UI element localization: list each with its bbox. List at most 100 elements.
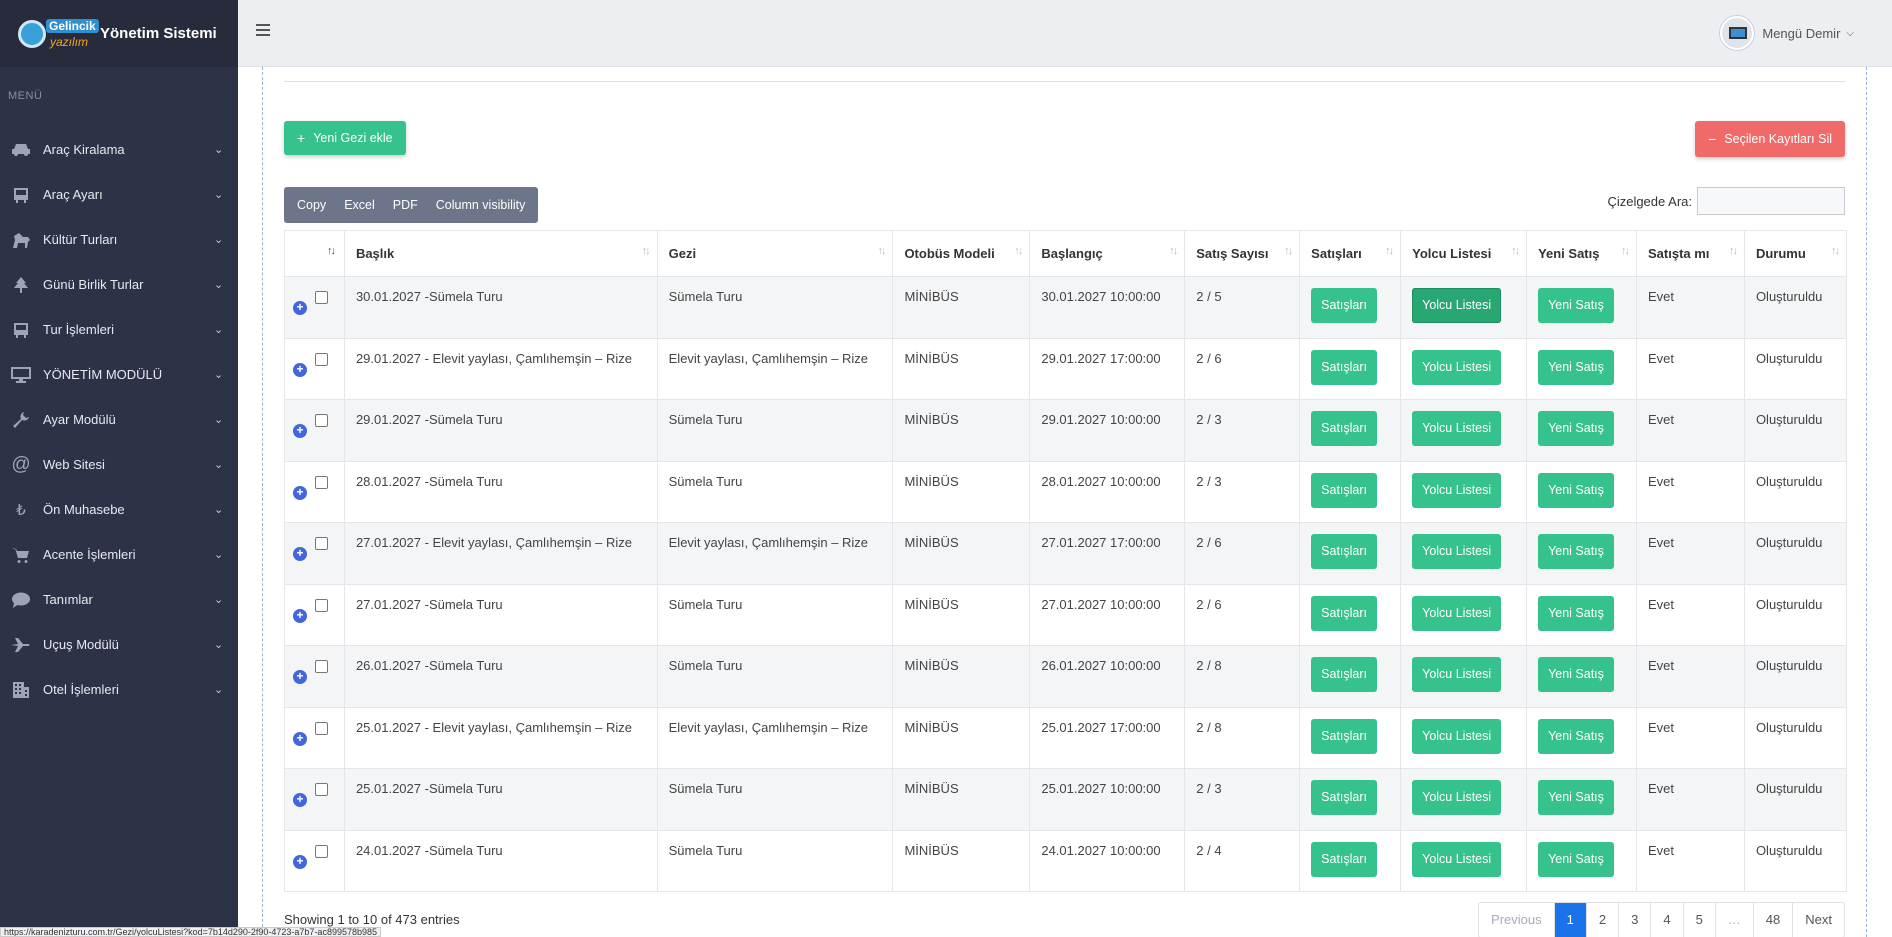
cell-bus-model: MİNİBÜS bbox=[892, 460, 1031, 523]
row-checkbox[interactable] bbox=[315, 721, 328, 735]
cell-status: Oluşturuldu bbox=[1743, 829, 1848, 892]
sidebar-item-tur-i-şlemleri[interactable]: Tur İşlemleri ⌄ bbox=[0, 307, 238, 352]
page-1[interactable]: 1 bbox=[1553, 903, 1586, 937]
brand[interactable]: Gelincik yazılım Yönetim Sistemi bbox=[0, 0, 238, 67]
column-visibility-button[interactable]: Column visibility bbox=[427, 198, 535, 212]
page-4[interactable]: 4 bbox=[1650, 903, 1682, 937]
new-sale-button[interactable]: Yeni Satış bbox=[1538, 780, 1614, 815]
sales-button[interactable]: Satışları bbox=[1311, 718, 1378, 754]
sales-button[interactable]: Satışları bbox=[1311, 534, 1378, 569]
sidebar-item-günü-birlik-turlar[interactable]: Günü Birlik Turlar ⌄ bbox=[0, 262, 238, 307]
new-sale-button[interactable]: Yeni Satış bbox=[1538, 411, 1614, 446]
row-checkbox[interactable] bbox=[315, 537, 328, 550]
sales-button[interactable]: Satışları bbox=[1311, 657, 1378, 692]
sales-button[interactable]: Satışları bbox=[1311, 411, 1378, 446]
expand-row-icon[interactable]: + bbox=[293, 547, 307, 561]
column-header-bus-model[interactable]: Otobüs Modeli ↑↓ bbox=[892, 230, 1031, 277]
column-header-sales-count[interactable]: Satış Sayısı ↑↓ bbox=[1184, 230, 1301, 277]
page-previous[interactable]: Previous bbox=[1479, 903, 1554, 937]
page-3[interactable]: 3 bbox=[1618, 903, 1650, 937]
new-sale-button[interactable]: Yeni Satış bbox=[1538, 595, 1614, 631]
menu-toggle-icon[interactable] bbox=[256, 24, 270, 38]
column-header-title[interactable]: Başlık ↑↓ bbox=[343, 230, 658, 277]
sales-button[interactable]: Satışları bbox=[1311, 595, 1378, 631]
new-sale-button[interactable]: Yeni Satış bbox=[1538, 288, 1614, 323]
sales-button[interactable]: Satışları bbox=[1311, 288, 1378, 323]
expand-row-icon[interactable]: + bbox=[293, 424, 307, 438]
sidebar-item-ön-muhasebe[interactable]: ₺ Ön Muhasebe ⌄ bbox=[0, 487, 238, 532]
sidebar-item-araç-ayarı[interactable]: Araç Ayarı ⌄ bbox=[0, 172, 238, 217]
row-checkbox[interactable] bbox=[315, 414, 328, 427]
cell-title: 24.01.2027 -Sümela Turu bbox=[343, 829, 658, 892]
new-sale-button[interactable]: Yeni Satış bbox=[1538, 534, 1614, 569]
expand-row-icon[interactable]: + bbox=[293, 608, 307, 623]
sidebar-item-otel-i-şlemleri[interactable]: Otel İşlemleri ⌄ bbox=[0, 667, 238, 712]
column-header-tour[interactable]: Gezi ↑↓ bbox=[656, 230, 894, 277]
passenger-list-button[interactable]: Yolcu Listesi bbox=[1412, 534, 1502, 569]
page-2[interactable]: 2 bbox=[1585, 903, 1618, 937]
expand-row-icon[interactable]: + bbox=[293, 301, 307, 315]
copy-button[interactable]: Copy bbox=[288, 198, 335, 212]
new-sale-button[interactable]: Yeni Satış bbox=[1538, 841, 1614, 877]
expand-row-icon[interactable]: + bbox=[293, 485, 307, 500]
sidebar-item-acente-i-şlemleri[interactable]: Acente İşlemleri ⌄ bbox=[0, 532, 238, 577]
passenger-list-button[interactable]: Yolcu Listesi bbox=[1412, 841, 1502, 877]
expand-row-icon[interactable]: + bbox=[293, 670, 307, 684]
delete-selected-button[interactable]: − Seçilen Kayıtları Sil bbox=[1695, 121, 1845, 157]
column-header-status[interactable]: Durumu ↑↓ bbox=[1743, 230, 1848, 277]
page-next[interactable]: Next bbox=[1792, 903, 1844, 937]
row-checkbox[interactable] bbox=[315, 844, 328, 858]
row-checkbox[interactable] bbox=[315, 291, 328, 304]
sales-button[interactable]: Satışları bbox=[1311, 472, 1378, 508]
column-header-on-sale[interactable]: Satışta mı ↑↓ bbox=[1636, 230, 1745, 277]
row-checkbox[interactable] bbox=[315, 475, 328, 489]
passenger-list-button[interactable]: Yolcu Listesi bbox=[1412, 780, 1502, 815]
sales-button[interactable]: Satışları bbox=[1311, 841, 1378, 877]
user-menu[interactable]: Mengü Demir ⌵ bbox=[1720, 16, 1854, 50]
column-header-sales[interactable]: Satışları ↑↓ bbox=[1299, 230, 1402, 277]
expand-row-icon[interactable]: + bbox=[293, 854, 307, 869]
sidebar-item-label: YÖNETİM MODÜLÜ bbox=[43, 367, 163, 382]
cell-bus-model: MİNİBÜS bbox=[892, 768, 1031, 831]
row-control-cell: + bbox=[284, 706, 345, 769]
cell-new-sale: Yeni Satış bbox=[1526, 829, 1637, 892]
sort-icon: ↑↓ bbox=[1014, 245, 1023, 257]
row-checkbox[interactable] bbox=[315, 660, 328, 673]
excel-button[interactable]: Excel bbox=[335, 198, 384, 212]
sidebar-item-ayar-modülü[interactable]: Ayar Modülü ⌄ bbox=[0, 397, 238, 442]
passenger-list-button[interactable]: Yolcu Listesi bbox=[1412, 349, 1502, 385]
column-header-passenger-list[interactable]: Yolcu Listesi ↑↓ bbox=[1400, 230, 1528, 277]
passenger-list-button[interactable]: Yolcu Listesi bbox=[1412, 472, 1502, 508]
sidebar-item-tanımlar[interactable]: Tanımlar ⌄ bbox=[0, 577, 238, 622]
row-checkbox[interactable] bbox=[315, 598, 328, 612]
column-header-new-sale[interactable]: Yeni Satış ↑↓ bbox=[1526, 230, 1637, 277]
new-sale-button[interactable]: Yeni Satış bbox=[1538, 657, 1614, 692]
new-sale-button[interactable]: Yeni Satış bbox=[1538, 472, 1614, 508]
expand-row-icon[interactable]: + bbox=[293, 793, 307, 807]
passenger-list-button[interactable]: Yolcu Listesi bbox=[1412, 411, 1502, 446]
passenger-list-button[interactable]: Yolcu Listesi bbox=[1412, 718, 1502, 754]
sidebar-item-web-sitesi[interactable]: @ Web Sitesi ⌄ bbox=[0, 442, 238, 487]
new-sale-button[interactable]: Yeni Satış bbox=[1538, 349, 1614, 385]
column-header-start[interactable]: Başlangıç ↑↓ bbox=[1029, 230, 1186, 277]
row-checkbox[interactable] bbox=[315, 352, 328, 366]
sidebar-item-kültür-turları[interactable]: Kültür Turları ⌄ bbox=[0, 217, 238, 262]
passenger-list-button[interactable]: Yolcu Listesi bbox=[1412, 288, 1502, 323]
column-header-control[interactable]: ↑↓ bbox=[284, 230, 345, 277]
add-tour-button[interactable]: + Yeni Gezi ekle bbox=[284, 121, 406, 155]
expand-row-icon[interactable]: + bbox=[293, 362, 307, 377]
passenger-list-button[interactable]: Yolcu Listesi bbox=[1412, 657, 1502, 692]
new-sale-button[interactable]: Yeni Satış bbox=[1538, 718, 1614, 754]
sidebar-item-araç-kiralama[interactable]: Araç Kiralama ⌄ bbox=[0, 127, 238, 172]
page-48[interactable]: 48 bbox=[1752, 903, 1792, 937]
sales-button[interactable]: Satışları bbox=[1311, 349, 1378, 385]
sidebar-item-uçuş-modülü[interactable]: Uçuş Modülü ⌄ bbox=[0, 622, 238, 667]
passenger-list-button[interactable]: Yolcu Listesi bbox=[1412, 595, 1502, 631]
page-5[interactable]: 5 bbox=[1682, 903, 1715, 937]
expand-row-icon[interactable]: + bbox=[293, 731, 307, 746]
sales-button[interactable]: Satışları bbox=[1311, 780, 1378, 815]
pdf-button[interactable]: PDF bbox=[384, 198, 427, 212]
row-checkbox[interactable] bbox=[315, 783, 328, 796]
search-input[interactable] bbox=[1697, 187, 1845, 215]
sidebar-item-yöneti-m-modülü[interactable]: YÖNETİM MODÜLÜ ⌄ bbox=[0, 352, 238, 397]
